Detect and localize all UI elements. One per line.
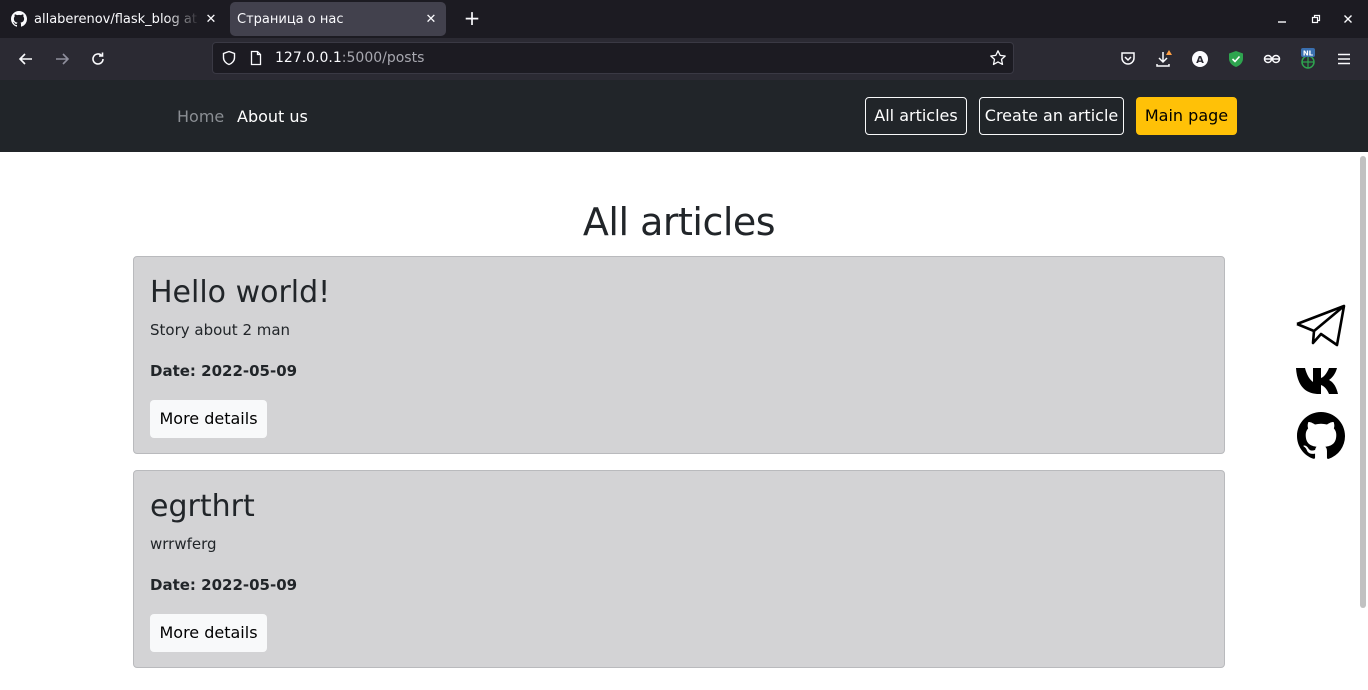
translate-icon[interactable] <box>1261 48 1283 70</box>
all-articles-button[interactable]: All articles <box>865 97 967 135</box>
adblock-shield-icon[interactable] <box>1225 48 1247 70</box>
tab-title: Страница о нас <box>237 11 344 27</box>
url-bar[interactable]: 127.0.0.1:5000/posts <box>212 42 1014 74</box>
more-details-button[interactable]: More details <box>150 614 267 652</box>
vk-icon[interactable] <box>1294 364 1348 398</box>
article-intro: wrrwferg <box>150 535 217 553</box>
telegram-icon[interactable] <box>1294 302 1348 350</box>
reload-icon[interactable] <box>86 47 110 71</box>
page-title: All articles <box>582 200 776 244</box>
extension-badge: NL <box>1303 50 1314 58</box>
browser-toolbar: 127.0.0.1:5000/posts A NL <box>0 38 1368 80</box>
url-host: 127.0.0.1 <box>275 50 342 66</box>
svg-text:A: A <box>1196 55 1204 66</box>
nav-about-link[interactable]: About us <box>237 106 308 128</box>
close-window-icon[interactable] <box>1338 9 1358 29</box>
minimize-icon[interactable] <box>1272 9 1292 29</box>
more-details-button[interactable]: More details <box>150 400 267 438</box>
browser-tab-bar: allaberenov/flask_blog at ✕ Страница о н… <box>0 0 1368 38</box>
bookmark-star-icon[interactable] <box>989 49 1007 71</box>
tab-github[interactable]: allaberenov/flask_blog at ✕ <box>2 2 226 36</box>
shield-icon[interactable] <box>221 50 237 70</box>
pocket-icon[interactable] <box>1117 48 1139 70</box>
vpn-extension-icon[interactable]: NL <box>1297 48 1319 70</box>
close-icon[interactable]: ✕ <box>420 8 442 30</box>
restore-icon[interactable] <box>1306 9 1326 29</box>
github-icon <box>11 11 28 27</box>
article-title: Hello world! <box>150 275 331 310</box>
scrollbar-thumb[interactable] <box>1360 156 1366 608</box>
create-article-button[interactable]: Create an article <box>979 97 1124 135</box>
article-card: egrthrt wrrwferg Date: 2022-05-09 More d… <box>133 470 1225 668</box>
tab-title: allaberenov/flask_blog at <box>34 11 197 27</box>
page-scrollbar[interactable] <box>1358 152 1368 690</box>
account-icon[interactable]: A <box>1189 48 1211 70</box>
menu-icon[interactable] <box>1333 48 1355 70</box>
article-date: Date: 2022-05-09 <box>150 362 298 380</box>
page-icon[interactable] <box>248 50 264 70</box>
back-icon[interactable] <box>14 47 38 71</box>
download-icon[interactable] <box>1153 48 1175 70</box>
article-card: Hello world! Story about 2 man Date: 202… <box>133 256 1225 454</box>
forward-icon[interactable] <box>50 47 74 71</box>
nav-home-link[interactable]: Home <box>177 106 224 128</box>
new-tab-button[interactable]: + <box>460 7 484 31</box>
article-intro: Story about 2 man <box>150 321 291 339</box>
close-icon[interactable]: ✕ <box>200 8 222 30</box>
article-date: Date: 2022-05-09 <box>150 576 298 594</box>
url-path: :5000/posts <box>341 50 425 66</box>
github-icon[interactable] <box>1294 412 1348 460</box>
url-text[interactable]: 127.0.0.1:5000/posts <box>275 50 424 66</box>
tab-about[interactable]: Страница о нас ✕ <box>230 2 446 36</box>
main-page-button[interactable]: Main page <box>1136 97 1237 135</box>
article-title: egrthrt <box>150 489 255 524</box>
